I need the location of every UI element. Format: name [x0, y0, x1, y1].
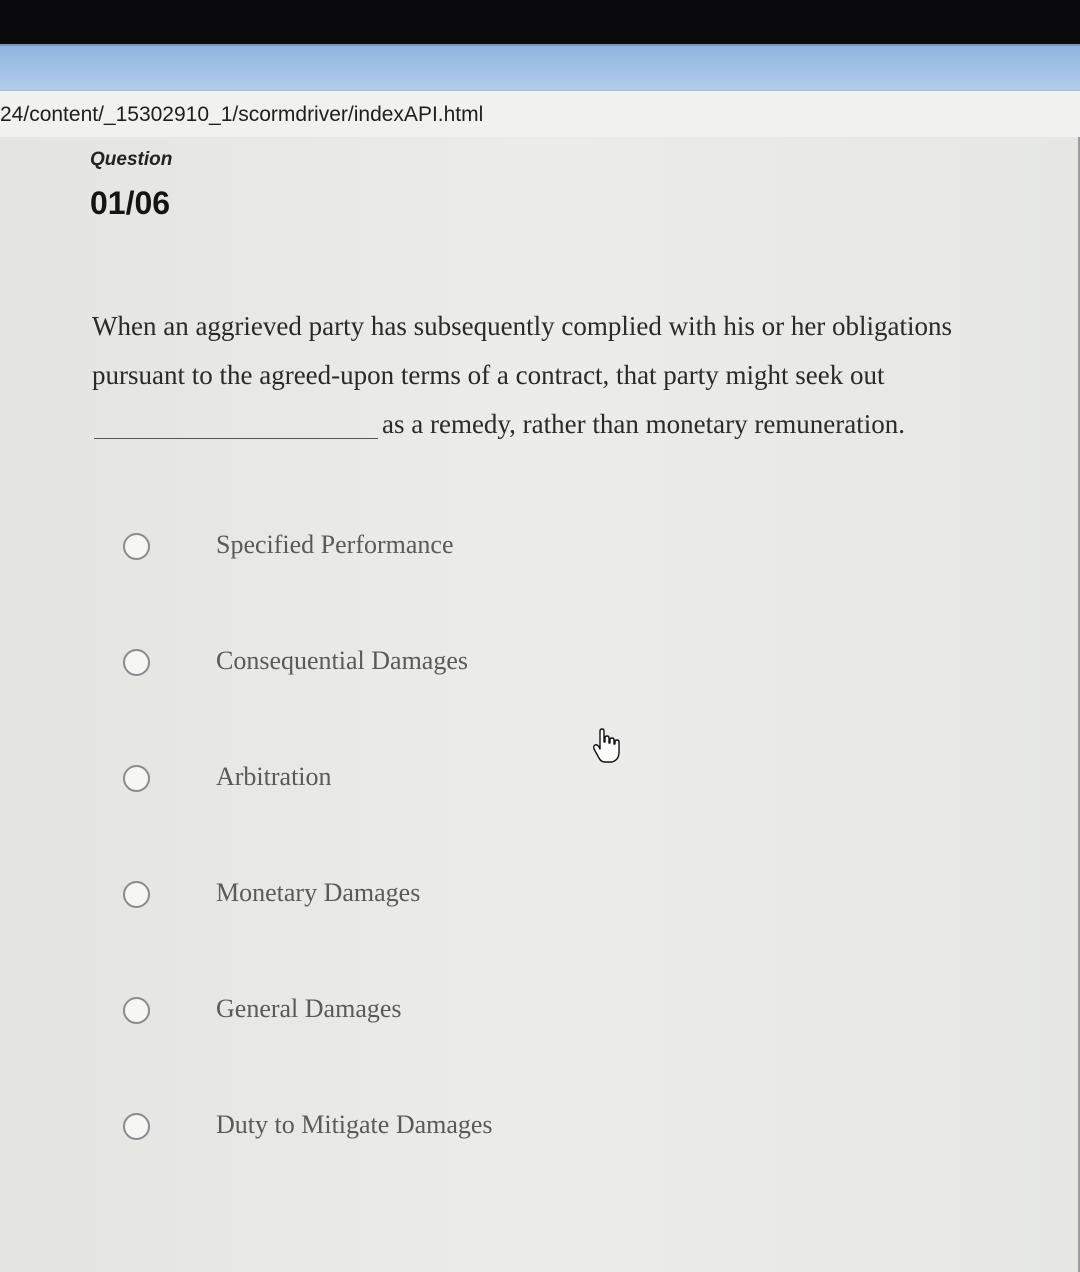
browser-toolbar	[0, 44, 1080, 92]
radio-button[interactable]	[123, 649, 150, 676]
option-label[interactable]: Duty to Mitigate Damages	[216, 1110, 493, 1140]
option-label[interactable]: Arbitration	[216, 762, 332, 792]
answer-option[interactable]: Consequential Damages	[120, 645, 720, 685]
answer-option[interactable]: Monetary Damages	[120, 877, 720, 917]
answer-option[interactable]: Duty to Mitigate Damages	[120, 1109, 720, 1149]
answer-option[interactable]: General Damages	[120, 993, 720, 1033]
monitor-bezel	[0, 0, 1080, 44]
option-label[interactable]: General Damages	[216, 994, 402, 1024]
question-prompt: When an aggrieved party has subsequently…	[92, 302, 1042, 449]
radio-button[interactable]	[123, 881, 150, 908]
prompt-text-start: When an aggrieved party has subsequently…	[92, 311, 953, 390]
screen: 24/content/_15302910_1/scormdriver/index…	[0, 0, 1080, 1272]
option-label[interactable]: Consequential Damages	[216, 646, 468, 676]
option-label[interactable]: Monetary Damages	[216, 878, 420, 908]
option-label[interactable]: Specified Performance	[216, 530, 454, 560]
answer-blank	[94, 410, 378, 439]
answer-option[interactable]: Arbitration	[120, 761, 720, 801]
url-text[interactable]: 24/content/_15302910_1/scormdriver/index…	[0, 103, 483, 127]
radio-button[interactable]	[123, 533, 150, 560]
question-label: Question	[90, 149, 173, 170]
radio-button[interactable]	[123, 1113, 150, 1140]
question-panel: Question 01/06 When an aggrieved party h…	[0, 137, 1080, 1272]
radio-button[interactable]	[123, 765, 150, 792]
address-bar[interactable]: 24/content/_15302910_1/scormdriver/index…	[0, 90, 1080, 138]
answer-option[interactable]: Specified Performance	[120, 529, 720, 569]
radio-button[interactable]	[123, 997, 150, 1024]
prompt-text-end: as a remedy, rather than monetary remune…	[382, 409, 906, 439]
hand-pointer-icon	[592, 728, 620, 763]
question-number: 01/06	[90, 185, 171, 221]
